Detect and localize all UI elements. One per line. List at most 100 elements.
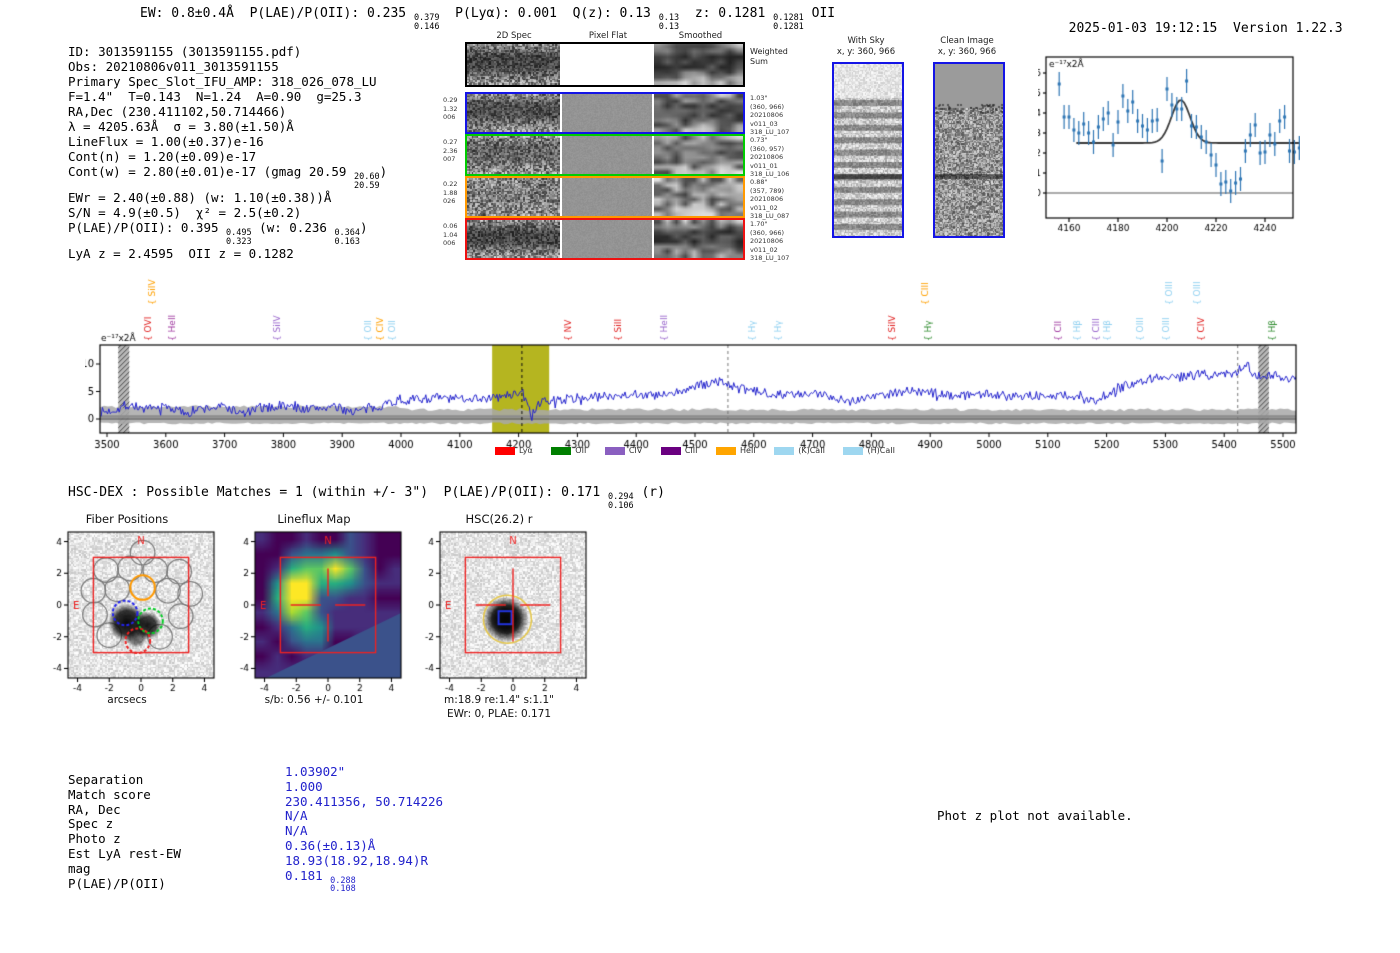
info-line-primary-spec: Primary Spec_Slot_IFU_AMP: 318_026_078_L… bbox=[68, 74, 387, 89]
legend-item: (H)CaII bbox=[843, 446, 894, 455]
match-value-est-lya-ew: 0.36(±0.13)Å bbox=[285, 838, 443, 853]
stacked-fraction: 0.4950.323 bbox=[226, 229, 252, 246]
info-line-id: ID: 3013591155 (3013591155.pdf) bbox=[68, 44, 387, 59]
info-line-radec: RA,Dec (230.411102,50.714466) bbox=[68, 104, 387, 119]
legend-swatch bbox=[495, 447, 515, 455]
match-label-score: Match score bbox=[68, 787, 181, 802]
match-label-est-lya-ew: Est LyA rest-EW bbox=[68, 846, 181, 861]
stacked-fraction: 20.6020.59 bbox=[354, 173, 380, 190]
stacked-fraction: 0.130.13 bbox=[659, 14, 679, 31]
row1-left-label: 0.29 1.32 006 bbox=[443, 96, 457, 122]
match-value-radec: 230.411356, 50.714226 bbox=[285, 794, 443, 809]
spec2d-weighted-2d-image bbox=[467, 44, 560, 85]
info-line-seeing: F=1.4" T=0.143 N=1.24 A=0.90 g=25.3 bbox=[68, 89, 387, 104]
info-line-cont-w: Cont(w) = 2.80(±0.01)e-17 (gmag 20.59 20… bbox=[68, 164, 387, 190]
row4-right-label: 1.70" (360, 966) 20210806 v011_02 318_LU… bbox=[750, 220, 789, 263]
spec2d-row3-smoothed-image bbox=[654, 178, 743, 216]
stacked-fraction: 0.3640.163 bbox=[334, 229, 360, 246]
match-value-photoz: N/A bbox=[285, 823, 443, 838]
stacked-fraction: 0.2940.106 bbox=[608, 493, 634, 510]
spec2d-row1-flat-image bbox=[562, 94, 652, 132]
report-datetime-version: 2025-01-03 19:12:15 Version 1.22.3 bbox=[1053, 6, 1343, 36]
clean-image-title: Clean Image x, y: 360, 966 bbox=[917, 36, 1017, 58]
spec2d-row2-smoothed-image bbox=[654, 136, 743, 174]
stacked-fraction: 0.2880.108 bbox=[330, 877, 356, 894]
info-line-lineflux: LineFlux = 1.00(±0.37)e-16 bbox=[68, 134, 387, 149]
spec2d-row4-strip bbox=[465, 218, 745, 260]
info-line-sn-chi2: S/N = 4.9(±0.5) χ² = 2.5(±0.2) bbox=[68, 205, 387, 220]
lineflux-map-image bbox=[223, 527, 405, 693]
line-fit-zoom-plot bbox=[1038, 47, 1300, 239]
fiber-positions-title: Fiber Positions bbox=[36, 512, 218, 526]
info-line-plae: P(LAE)/P(OII): 0.395 0.4950.323 (w: 0.23… bbox=[68, 220, 387, 246]
info-line-obs: Obs: 20210806v011_3013591155 bbox=[68, 59, 387, 74]
spec2d-row2-2d-image bbox=[467, 136, 560, 174]
detection-info-block: ID: 3013591155 (3013591155.pdf) Obs: 202… bbox=[68, 44, 387, 261]
match-value-mag: 18.93(18.92,18.94)R bbox=[285, 853, 443, 868]
hsc-r-image bbox=[408, 527, 590, 693]
header-stats-line: EW: 0.8±0.4Å P(LAE)/P(OII): 0.235 0.3790… bbox=[140, 6, 835, 31]
row1-right-label: 1.03" (360, 966) 20210806 v011_03 318_LU… bbox=[750, 94, 789, 137]
spectrum-legend: Lyα OII CIV CIII HeII (K)CaII (H)CaII bbox=[495, 446, 895, 455]
match-label-plae: P(LAE)/P(OII) bbox=[68, 876, 181, 891]
legend-label: OII bbox=[575, 446, 586, 455]
spec2d-row4-2d-image bbox=[467, 220, 560, 258]
spec2d-row1-strip bbox=[465, 92, 745, 134]
legend-item: (K)CaII bbox=[774, 446, 825, 455]
spec2d-weighted-flat-image bbox=[562, 44, 652, 85]
legend-swatch bbox=[605, 447, 625, 455]
row4-left-label: 0.06 1.04 006 bbox=[443, 222, 457, 248]
match-label-radec: RA, Dec bbox=[68, 802, 181, 817]
hsc-r-caption2: EWr: 0, PLAE: 0.171 bbox=[408, 708, 590, 720]
match-label-separation: Separation bbox=[68, 772, 181, 787]
legend-label: CIII bbox=[685, 446, 698, 455]
info-line-cont-n: Cont(n) = 1.20(±0.09)e-17 bbox=[68, 149, 387, 164]
stacked-fraction: 0.12810.1281 bbox=[773, 14, 804, 31]
fiber-positions-image bbox=[36, 527, 218, 693]
spec2d-row2-flat-image bbox=[562, 136, 652, 174]
row2-right-label: 0.73" (360, 957) 20210806 v011_01 318_LU… bbox=[750, 136, 789, 179]
info-line-ewr: EWr = 2.40(±0.88) (w: 1.10(±0.38))Å bbox=[68, 190, 387, 205]
info-line-redshifts: LyA z = 2.4595 OII z = 0.1282 bbox=[68, 246, 387, 261]
match-value-specz: N/A bbox=[285, 808, 443, 823]
spec2d-row2-strip bbox=[465, 134, 745, 176]
legend-label: (H)CaII bbox=[867, 446, 894, 455]
legend-swatch bbox=[843, 447, 863, 455]
spec2d-weighted-smoothed-image bbox=[654, 44, 743, 85]
clean-image bbox=[933, 62, 1005, 238]
col-header-smoothed: Smoothed bbox=[656, 31, 745, 41]
match-table-values: 1.03902" 1.000 230.411356, 50.714226 N/A… bbox=[285, 764, 443, 882]
elixer-report-page: { "header": { "stats": ["EW: 0.8±0.4Å P(… bbox=[0, 0, 1400, 953]
lineflux-map-caption: s/b: 0.56 +/- 0.101 bbox=[223, 694, 405, 706]
legend-item: HeII bbox=[716, 446, 756, 455]
legend-swatch bbox=[551, 447, 571, 455]
legend-label: Lyα bbox=[519, 446, 533, 455]
report-version: Version 1.22.3 bbox=[1233, 21, 1343, 36]
spacer bbox=[1217, 21, 1233, 36]
legend-label: HeII bbox=[740, 446, 756, 455]
legend-item: CIII bbox=[661, 446, 698, 455]
legend-item: CIV bbox=[605, 446, 642, 455]
spec2d-row4-flat-image bbox=[562, 220, 652, 258]
spec2d-row4-smoothed-image bbox=[654, 220, 743, 258]
legend-item: OII bbox=[551, 446, 586, 455]
spec2d-row3-2d-image bbox=[467, 178, 560, 216]
spec2d-weighted-strip bbox=[465, 42, 745, 87]
row3-right-label: 0.88" (357, 789) 20210806 v011_02 318_LU… bbox=[750, 178, 789, 221]
legend-item: Lyα bbox=[495, 446, 533, 455]
hsc-dex-match-line: HSC-DEX : Possible Matches = 1 (within +… bbox=[68, 485, 665, 510]
weighted-sum-label: Weighted Sum bbox=[750, 47, 788, 67]
spec2d-row3-strip bbox=[465, 176, 745, 218]
match-label-mag: mag bbox=[68, 861, 181, 876]
match-value-score: 1.000 bbox=[285, 779, 443, 794]
spec2d-row1-2d-image bbox=[467, 94, 560, 132]
legend-swatch bbox=[661, 447, 681, 455]
legend-swatch bbox=[774, 447, 794, 455]
report-datetime: 2025-01-03 19:12:15 bbox=[1069, 21, 1218, 36]
match-value-separation: 1.03902" bbox=[285, 764, 443, 779]
info-line-lambda-sigma: λ = 4205.63Å σ = 3.80(±1.50)Å bbox=[68, 119, 387, 134]
legend-label: (K)CaII bbox=[798, 446, 825, 455]
col-header-pixelflat: Pixel Flat bbox=[563, 31, 653, 41]
withsky-title: With Sky x, y: 360, 966 bbox=[816, 36, 916, 58]
match-value-plae: 0.181 0.2880.108 bbox=[285, 868, 443, 883]
